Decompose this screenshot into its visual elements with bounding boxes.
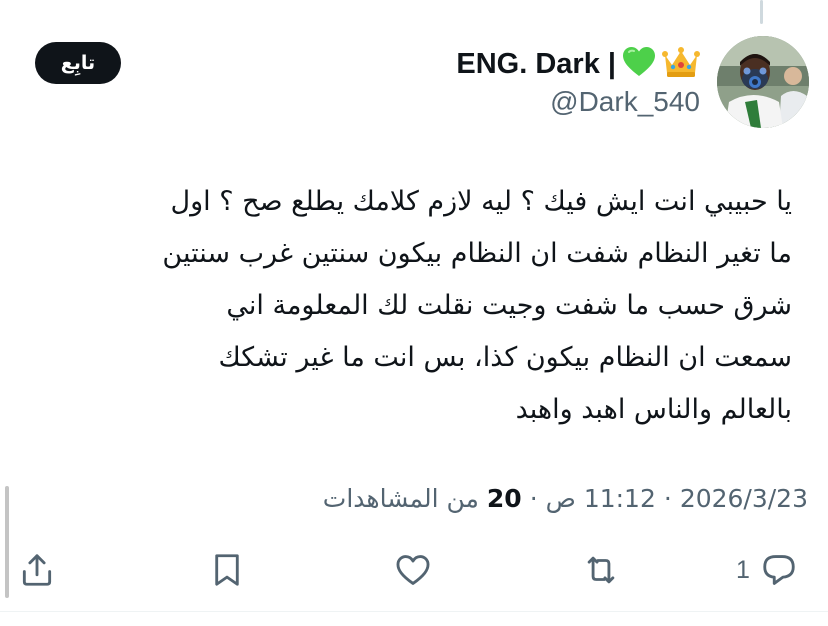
bookmark-button[interactable] (208, 548, 246, 592)
meta-separator: · (663, 483, 672, 513)
author-name-row[interactable]: ENG. Dark | (456, 44, 700, 84)
tweet-text: يا حبيبي انت ايش فيك ؟ ليه لازم كلامك يط… (40, 176, 792, 436)
share-icon (22, 554, 52, 586)
retweet-icon (587, 556, 615, 584)
reply-button[interactable]: 1 (736, 548, 798, 592)
meta-separator: · (529, 483, 538, 513)
views-label: من المشاهدات (322, 483, 479, 513)
bookmark-icon (215, 554, 239, 586)
tweet-text-line: شرق حسب ما شفت وجيت نقلت لك المعلومة اني (226, 290, 792, 321)
tweet-text-line: سمعت ان النظام بيكون كذا، بس انت ما غير … (218, 342, 793, 373)
like-icon (396, 555, 430, 585)
avatar-photo (717, 36, 809, 128)
tweet-meta: من المشاهدات 20 · 11:12 ص · 2026/3/23 (150, 478, 808, 518)
green-heart-icon (622, 46, 656, 82)
reply-count: 1 (736, 555, 750, 584)
tweet-text-line: بالعالم والناس اهبد واهبد (515, 394, 792, 425)
follow-button[interactable]: تابِع (35, 42, 121, 84)
avatar[interactable] (717, 36, 809, 128)
views-count[interactable]: 20 (487, 484, 522, 513)
author-handle[interactable]: @Dark_540 (550, 86, 700, 118)
like-button[interactable] (394, 548, 432, 592)
tweet-date[interactable]: 2026/3/23 (680, 484, 808, 513)
author-display-name[interactable]: ENG. Dark | (456, 48, 616, 81)
reply-icon (763, 555, 795, 585)
tweet-action-bar: 1 (0, 540, 828, 600)
tweet-text-line: ما تغير النظام شفت ان النظام بيكون سنتين… (162, 238, 792, 269)
share-button[interactable] (18, 548, 56, 592)
thread-connector-line (760, 0, 763, 24)
tweet-time[interactable]: 11:12 ص (546, 484, 656, 513)
tweet-text-line: يا حبيبي انت ايش فيك ؟ ليه لازم كلامك يط… (170, 186, 792, 217)
tweet-detail: ENG. Dark | @Dark_540 تابِع يا حبيبي انت… (0, 0, 828, 626)
crown-icon (662, 46, 700, 82)
divider (0, 611, 828, 612)
retweet-button[interactable] (582, 548, 620, 592)
